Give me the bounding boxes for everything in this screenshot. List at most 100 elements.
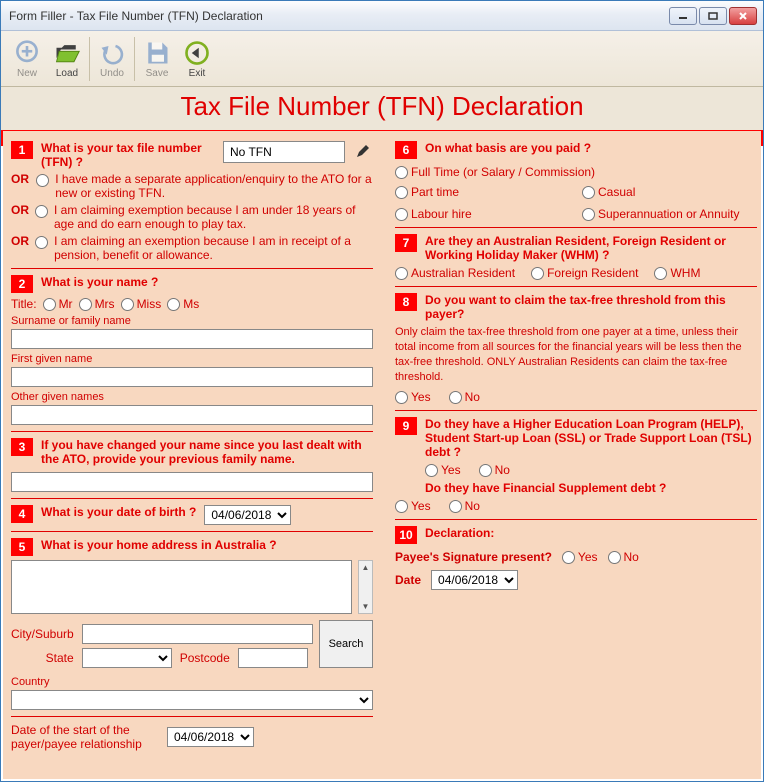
qnum-5: 5 (11, 538, 33, 556)
q8-info: Only claim the tax-free threshold from o… (395, 325, 757, 384)
title-mr-radio[interactable] (43, 298, 56, 311)
previous-name-input[interactable] (11, 472, 373, 492)
question-5: 5What is your home address in Australia … (11, 538, 373, 710)
q9-fs-yes-radio[interactable] (395, 500, 408, 513)
q3-title: If you have changed your name since you … (41, 438, 373, 466)
chevron-up-icon: ▲ (361, 563, 369, 572)
divider (11, 716, 373, 717)
divider (395, 410, 757, 411)
q8-no-radio[interactable] (449, 391, 462, 404)
country-label: Country (11, 676, 373, 688)
q7-title: Are they an Australian Resident, Foreign… (425, 234, 757, 262)
postcode-input[interactable] (238, 648, 308, 668)
q7-foreign-radio[interactable] (531, 267, 544, 280)
form-area[interactable]: 1 What is your tax file number (TFN) ? O… (3, 131, 761, 779)
minimize-button[interactable] (669, 7, 697, 25)
q2-title: What is your name ? (41, 275, 373, 289)
q7-ausres-radio[interactable] (395, 267, 408, 280)
city-input[interactable] (82, 624, 313, 644)
state-label: State (11, 651, 74, 665)
qnum-6: 6 (395, 141, 417, 159)
load-button[interactable]: Load (47, 39, 87, 79)
q6-title: On what basis are you paid ? (425, 141, 757, 155)
q10-title: Declaration: (425, 526, 757, 540)
sig-no-radio[interactable] (608, 551, 621, 564)
q8-title: Do you want to claim the tax-free thresh… (425, 293, 757, 321)
q6-labour-radio[interactable] (395, 208, 408, 221)
q9-help-no-radio[interactable] (479, 464, 492, 477)
surname-label: Surname or family name (11, 315, 373, 327)
load-label: Load (56, 68, 78, 79)
folder-open-icon (53, 39, 81, 67)
divider (395, 519, 757, 520)
toolbar: New Load Undo Save Exit (1, 31, 763, 87)
q1-opt-c: I am claiming an exemption because I am … (54, 234, 373, 262)
q9-fs-no-radio[interactable] (449, 500, 462, 513)
qnum-10: 10 (395, 526, 417, 544)
question-4: 4 What is your date of birth ? 04/06/201… (11, 505, 373, 525)
q6-casual-radio[interactable] (582, 186, 595, 199)
tfn-input[interactable] (223, 141, 345, 163)
q1-opt-b: I am claiming exemption because I am und… (54, 203, 373, 231)
window-title: Form Filler - Tax File Number (TFN) Decl… (9, 9, 669, 23)
divider (395, 286, 757, 287)
title-mrs-radio[interactable] (79, 298, 92, 311)
q9-help-yes-radio[interactable] (425, 464, 438, 477)
country-select[interactable] (11, 690, 373, 710)
sig-yes-radio[interactable] (562, 551, 575, 564)
q4-title: What is your date of birth ? (41, 505, 196, 519)
save-button: Save (137, 39, 177, 79)
textarea-scrollbar[interactable]: ▲▼ (358, 560, 373, 614)
q7-whm-radio[interactable] (654, 267, 667, 280)
pencil-icon (355, 143, 371, 159)
new-label: New (17, 68, 37, 79)
question-7: 7Are they an Australian Resident, Foreig… (395, 234, 757, 280)
state-select[interactable] (82, 648, 172, 668)
q6-parttime-radio[interactable] (395, 186, 408, 199)
new-button: New (7, 39, 47, 79)
undo-button: Undo (92, 39, 132, 79)
start-date-select[interactable]: 04/06/2018 (167, 727, 254, 747)
surname-input[interactable] (11, 329, 373, 349)
signature-label: Payee's Signature present? (395, 550, 552, 564)
undo-label: Undo (100, 68, 124, 79)
title-label: Title: (11, 297, 37, 311)
q1-radio-application[interactable] (36, 174, 49, 187)
firstname-input[interactable] (11, 367, 373, 387)
exit-button[interactable]: Exit (177, 39, 217, 79)
title-ms-radio[interactable] (167, 298, 180, 311)
othernames-input[interactable] (11, 405, 373, 425)
address-textarea[interactable] (11, 560, 352, 614)
decl-date-select[interactable]: 04/06/2018 (431, 570, 518, 590)
question-1: 1 What is your tax file number (TFN) ? O… (11, 141, 373, 262)
qnum-2: 2 (11, 275, 33, 293)
close-button[interactable] (729, 7, 757, 25)
divider (11, 431, 373, 432)
window-buttons (669, 7, 757, 25)
qnum-4: 4 (11, 505, 33, 523)
q6-super-radio[interactable] (582, 208, 595, 221)
postcode-label: Postcode (180, 651, 230, 665)
or-label: OR (11, 172, 30, 186)
qnum-8: 8 (395, 293, 417, 311)
q9-sub-title: Do they have Financial Supplement debt ? (395, 481, 757, 495)
q8-yes-radio[interactable] (395, 391, 408, 404)
edit-tfn-button[interactable] (353, 141, 373, 161)
start-date-label: Date of the start of the payer/payee rel… (11, 723, 161, 751)
q1-radio-pension[interactable] (35, 236, 48, 249)
search-button[interactable]: Search (319, 620, 373, 668)
exit-icon (183, 39, 211, 67)
titlebar: Form Filler - Tax File Number (TFN) Decl… (1, 1, 763, 31)
qnum-3: 3 (11, 438, 33, 456)
decl-date-label: Date (395, 573, 421, 587)
undo-icon (98, 39, 126, 67)
q1-opt-a: I have made a separate application/enqui… (55, 172, 373, 200)
dob-select[interactable]: 04/06/2018 (204, 505, 291, 525)
q1-radio-under18[interactable] (35, 205, 48, 218)
maximize-button[interactable] (699, 7, 727, 25)
title-miss-radio[interactable] (121, 298, 134, 311)
question-10: 10 Declaration: Payee's Signature present… (395, 526, 757, 590)
page-title: Tax File Number (TFN) Declaration (1, 91, 763, 122)
q6-fulltime-radio[interactable] (395, 166, 408, 179)
toolbar-separator (89, 37, 90, 81)
